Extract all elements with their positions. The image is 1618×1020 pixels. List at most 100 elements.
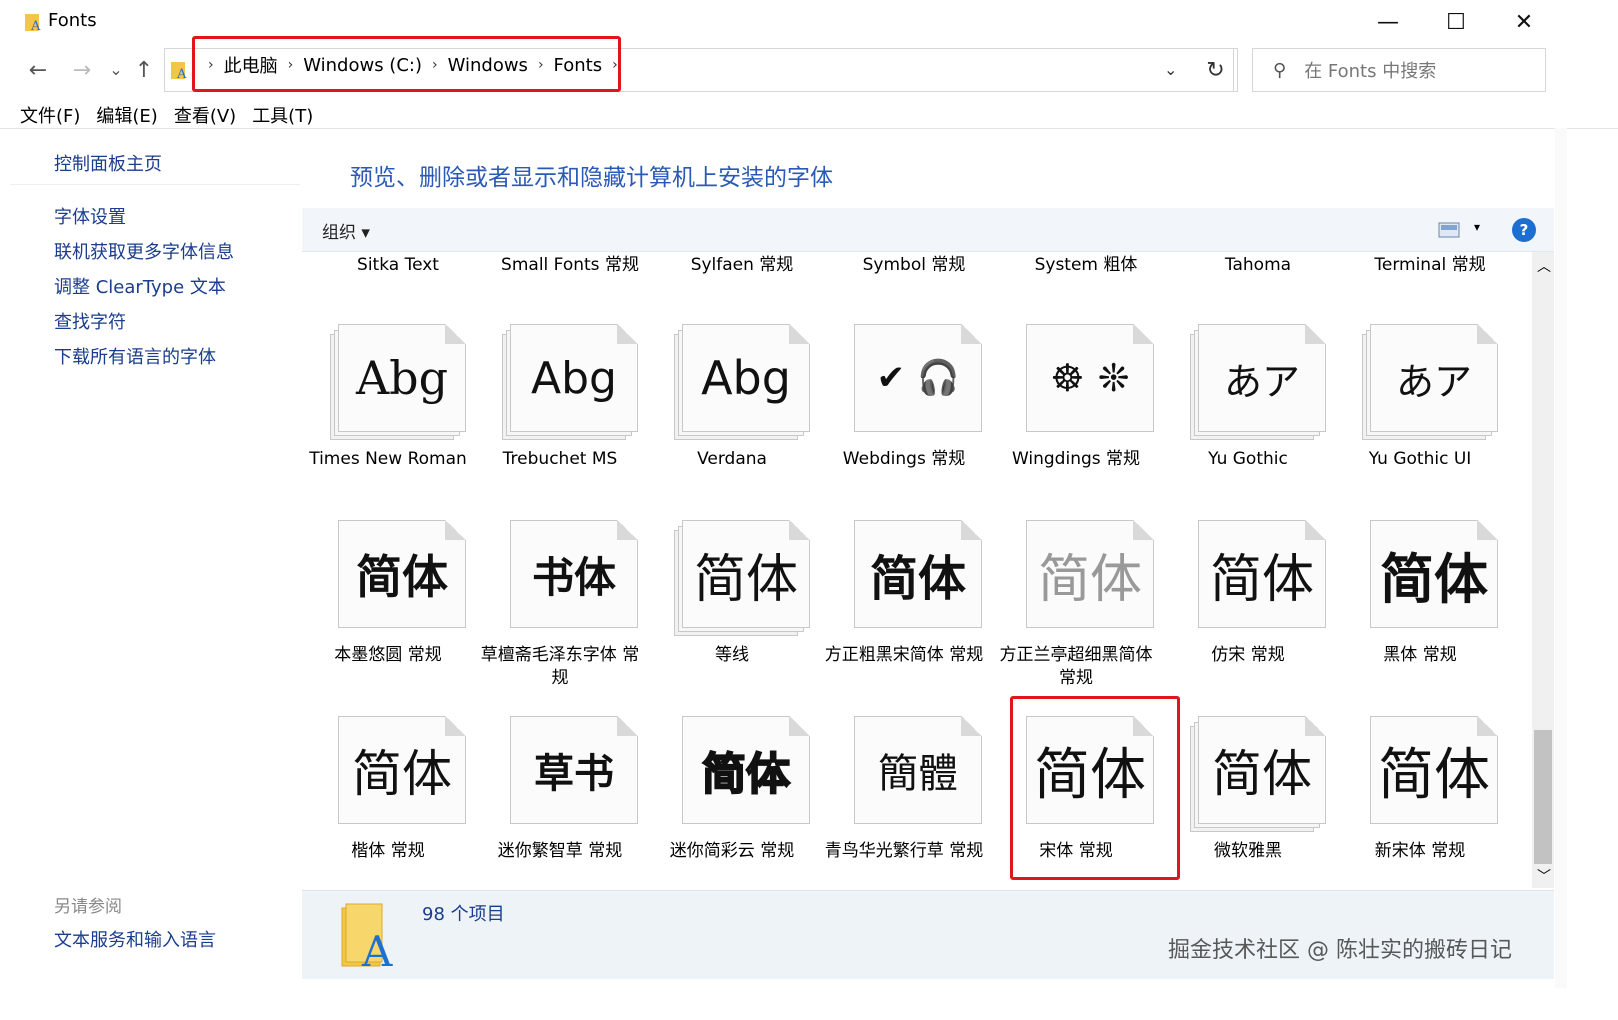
find-character-link[interactable]: 查找字符 bbox=[54, 308, 126, 334]
search-input[interactable]: 在 Fonts 中搜索 bbox=[1304, 57, 1436, 83]
font-label: 青鸟华光繁行草 常规 bbox=[824, 841, 984, 861]
font-file-icon: 简体 bbox=[1362, 716, 1498, 826]
font-tile[interactable]: 书体草檀斋毛泽东字体 常规 bbox=[474, 510, 646, 706]
search-icon: ⚲ bbox=[1273, 59, 1287, 81]
close-button[interactable]: ✕ bbox=[1504, 8, 1544, 36]
fonts-folder-large-icon: A bbox=[338, 902, 398, 976]
font-preview: 简体 bbox=[356, 550, 448, 604]
font-preview: 草书 bbox=[534, 750, 614, 797]
font-preview: 书体 bbox=[531, 552, 616, 602]
font-tile[interactable]: 简体 本墨悠圆 常规 bbox=[302, 510, 474, 706]
adjust-cleartype-link[interactable]: 调整 ClearType 文本 bbox=[54, 273, 226, 299]
font-tile[interactable]: 草书迷你繁智草 常规 bbox=[474, 706, 646, 888]
svg-text:A: A bbox=[30, 19, 41, 32]
view-options-icon[interactable] bbox=[1438, 222, 1460, 242]
font-tile[interactable]: 简体 新宋体 常规 bbox=[1334, 706, 1506, 888]
selected-font-highlight-box bbox=[1010, 696, 1180, 880]
font-file-icon: 简体 bbox=[330, 520, 466, 630]
font-tile[interactable]: あア Yu Gothic bbox=[1162, 314, 1334, 510]
scroll-down-icon[interactable]: ﹀ bbox=[1537, 866, 1551, 886]
refresh-button[interactable]: ↻ bbox=[1194, 48, 1238, 92]
menu-edit[interactable]: 编辑(E) bbox=[96, 102, 157, 128]
font-tile[interactable]: 简体 方正粗黑宋简体 常规 bbox=[818, 510, 990, 706]
control-panel-home-link[interactable]: 控制面板主页 bbox=[54, 150, 162, 176]
font-preview: 简体 bbox=[1209, 549, 1314, 610]
back-button[interactable]: ← bbox=[24, 58, 52, 83]
font-label: Yu Gothic UI bbox=[1368, 449, 1472, 469]
font-preview: 简体 bbox=[701, 748, 791, 801]
organize-button[interactable]: 组织 ▾ bbox=[322, 218, 370, 243]
font-tile[interactable]: 简体 仿宋 常规 bbox=[1162, 510, 1334, 706]
font-label: 迷你繁智草 常规 bbox=[497, 841, 623, 861]
maximize-button[interactable]: ☐ bbox=[1436, 8, 1476, 36]
font-preview: ☸ ❊ bbox=[1050, 356, 1130, 400]
font-file-icon: ✔ 🎧 bbox=[846, 324, 982, 434]
breadcrumb-highlight-box bbox=[192, 36, 621, 92]
divider bbox=[10, 184, 300, 185]
font-tile[interactable]: 简体 黑体 常规 bbox=[1334, 510, 1506, 706]
font-file-icon: 书体 bbox=[502, 520, 638, 630]
font-label: 方正粗黑宋简体 常规 bbox=[824, 645, 984, 665]
font-tile[interactable]: Abg Verdana bbox=[646, 314, 818, 510]
refresh-icon: ↻ bbox=[1206, 57, 1225, 83]
text-services-link[interactable]: 文本服务和输入语言 bbox=[54, 926, 216, 952]
address-dropdown-icon[interactable]: ⌄ bbox=[1164, 60, 1177, 79]
fonts-folder-icon: A bbox=[170, 60, 188, 84]
font-tile[interactable]: 简体 等线 bbox=[646, 510, 818, 706]
toolbar bbox=[302, 208, 1554, 252]
font-tile[interactable]: Abg Trebuchet MS bbox=[474, 314, 646, 510]
help-button[interactable]: ? bbox=[1512, 218, 1536, 242]
view-dropdown-icon[interactable]: ▾ bbox=[1474, 220, 1480, 234]
font-label: Terminal 常规 bbox=[1374, 255, 1486, 275]
font-file-icon: Abg bbox=[502, 324, 638, 440]
forward-button[interactable]: → bbox=[68, 58, 96, 83]
font-preview: あア bbox=[1223, 359, 1300, 404]
scrollbar-thumb[interactable] bbox=[1534, 730, 1552, 864]
font-tile[interactable]: 簡體 青鸟华光繁行草 常规 bbox=[818, 706, 990, 888]
up-button[interactable]: ↑ bbox=[130, 58, 158, 83]
recent-locations-button[interactable]: ⌄ bbox=[102, 60, 130, 79]
font-file-icon: あア bbox=[1190, 324, 1326, 440]
font-label: System 粗体 bbox=[1034, 255, 1138, 275]
font-label: 楷体 常规 bbox=[351, 841, 425, 861]
font-preview: 简体 bbox=[693, 549, 798, 610]
font-label: 迷你简彩云 常规 bbox=[669, 841, 795, 861]
font-preview: 简体 bbox=[1380, 547, 1488, 611]
font-label: Times New Roman bbox=[309, 449, 467, 469]
font-tile[interactable]: ✔ 🎧 Webdings 常规 bbox=[818, 314, 990, 510]
font-preview: 简体 bbox=[1037, 549, 1142, 610]
font-file-icon: Abg bbox=[674, 324, 810, 440]
watermark: 掘金技术社区 @ 陈壮实的搬砖日记 bbox=[1168, 938, 1512, 963]
menu-tools[interactable]: 工具(T) bbox=[252, 102, 313, 128]
font-label: Sylfaen 常规 bbox=[690, 255, 794, 275]
font-preview: Abg bbox=[701, 351, 791, 405]
font-tile[interactable]: 简体 微软雅黑 bbox=[1162, 706, 1334, 888]
get-more-fonts-online-link[interactable]: 联机获取更多字体信息 bbox=[54, 238, 234, 264]
font-tile[interactable]: 简体 楷体 常规 bbox=[302, 706, 474, 888]
svg-text:A: A bbox=[361, 927, 393, 970]
minimize-button[interactable]: — bbox=[1368, 8, 1408, 36]
font-preview: ✔ 🎧 bbox=[876, 358, 960, 398]
font-tile[interactable]: あア Yu Gothic UI bbox=[1334, 314, 1506, 510]
fonts-folder-icon: A bbox=[24, 12, 42, 34]
font-file-icon: ☸ ❊ bbox=[1018, 324, 1154, 434]
font-tile[interactable]: 简体迷你简彩云 常规 bbox=[646, 706, 818, 888]
font-tile[interactable]: 简体 方正兰亭超细黑简体 常规 bbox=[990, 510, 1162, 706]
font-label: Symbol 常规 bbox=[862, 255, 966, 275]
scroll-up-icon[interactable]: ︿ bbox=[1537, 256, 1551, 276]
font-tile[interactable]: ☸ ❊ Wingdings 常规 bbox=[990, 314, 1162, 510]
menu-file[interactable]: 文件(F) bbox=[20, 102, 80, 128]
font-label: 草檀斋毛泽东字体 常规 bbox=[480, 645, 640, 688]
download-all-language-fonts-link[interactable]: 下载所有语言的字体 bbox=[54, 343, 216, 369]
font-preview: Abg bbox=[355, 351, 449, 405]
font-label: Yu Gothic bbox=[1208, 449, 1288, 469]
font-file-icon: 简体 bbox=[1190, 716, 1326, 832]
search-box[interactable]: ⚲ 在 Fonts 中搜索 bbox=[1252, 48, 1546, 92]
svg-text:A: A bbox=[176, 67, 187, 80]
font-tile[interactable]: Abg Times New Roman bbox=[302, 314, 474, 510]
font-preview: 简体 bbox=[1212, 745, 1312, 803]
font-label: 仿宋 常规 bbox=[1211, 645, 1285, 665]
font-settings-link[interactable]: 字体设置 bbox=[54, 203, 126, 229]
menu-view[interactable]: 查看(V) bbox=[174, 102, 236, 128]
font-file-icon: 草书 bbox=[502, 716, 638, 826]
